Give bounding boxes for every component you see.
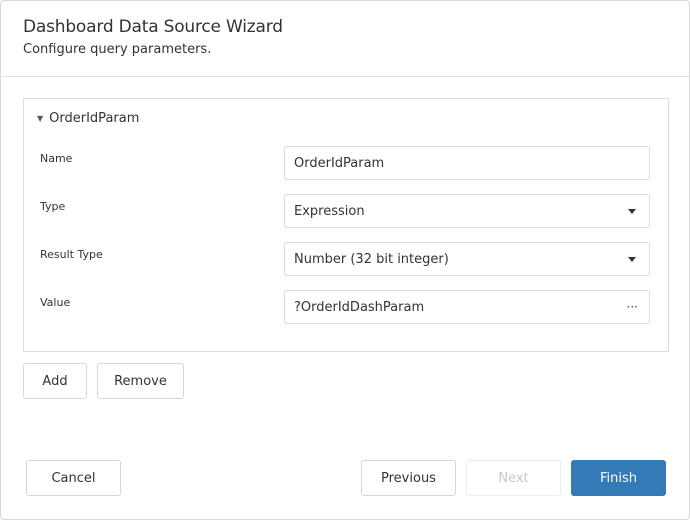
name-label: Name (40, 152, 73, 165)
wizard-title: Dashboard Data Source Wizard (23, 17, 283, 37)
value-expression: ?OrderIdDashParam (294, 299, 425, 315)
chevron-down-icon[interactable] (628, 256, 636, 262)
parameter-panel: ▼ OrderIdParam Name OrderIdParam Type Ex… (23, 98, 669, 352)
remove-button[interactable]: Remove (97, 363, 184, 399)
cancel-button[interactable]: Cancel (26, 460, 121, 496)
name-value: OrderIdParam (294, 155, 385, 171)
finish-button[interactable]: Finish (571, 460, 666, 496)
wizard-header: Dashboard Data Source Wizard Configure q… (1, 1, 689, 77)
wizard-subtitle: Configure query parameters. (23, 42, 212, 57)
wizard-dialog: Dashboard Data Source Wizard Configure q… (0, 0, 690, 520)
name-input[interactable]: OrderIdParam (284, 146, 650, 180)
previous-button[interactable]: Previous (361, 460, 456, 496)
result-type-select[interactable]: Number (32 bit integer) (284, 242, 650, 276)
value-label: Value (40, 296, 71, 309)
parameter-toggle[interactable]: ▼ OrderIdParam (37, 111, 139, 126)
value-input[interactable]: ?OrderIdDashParam ··· (284, 290, 650, 324)
collapse-triangle-icon: ▼ (37, 114, 44, 123)
ellipsis-icon[interactable]: ··· (627, 301, 638, 313)
parameter-title: OrderIdParam (49, 111, 140, 126)
result-type-label: Result Type (40, 248, 103, 261)
chevron-down-icon[interactable] (628, 208, 636, 214)
next-button[interactable]: Next (466, 460, 561, 496)
type-label: Type (40, 200, 66, 213)
type-value: Expression (294, 203, 365, 219)
type-select[interactable]: Expression (284, 194, 650, 228)
add-button[interactable]: Add (23, 363, 87, 399)
result-type-value: Number (32 bit integer) (294, 251, 449, 267)
